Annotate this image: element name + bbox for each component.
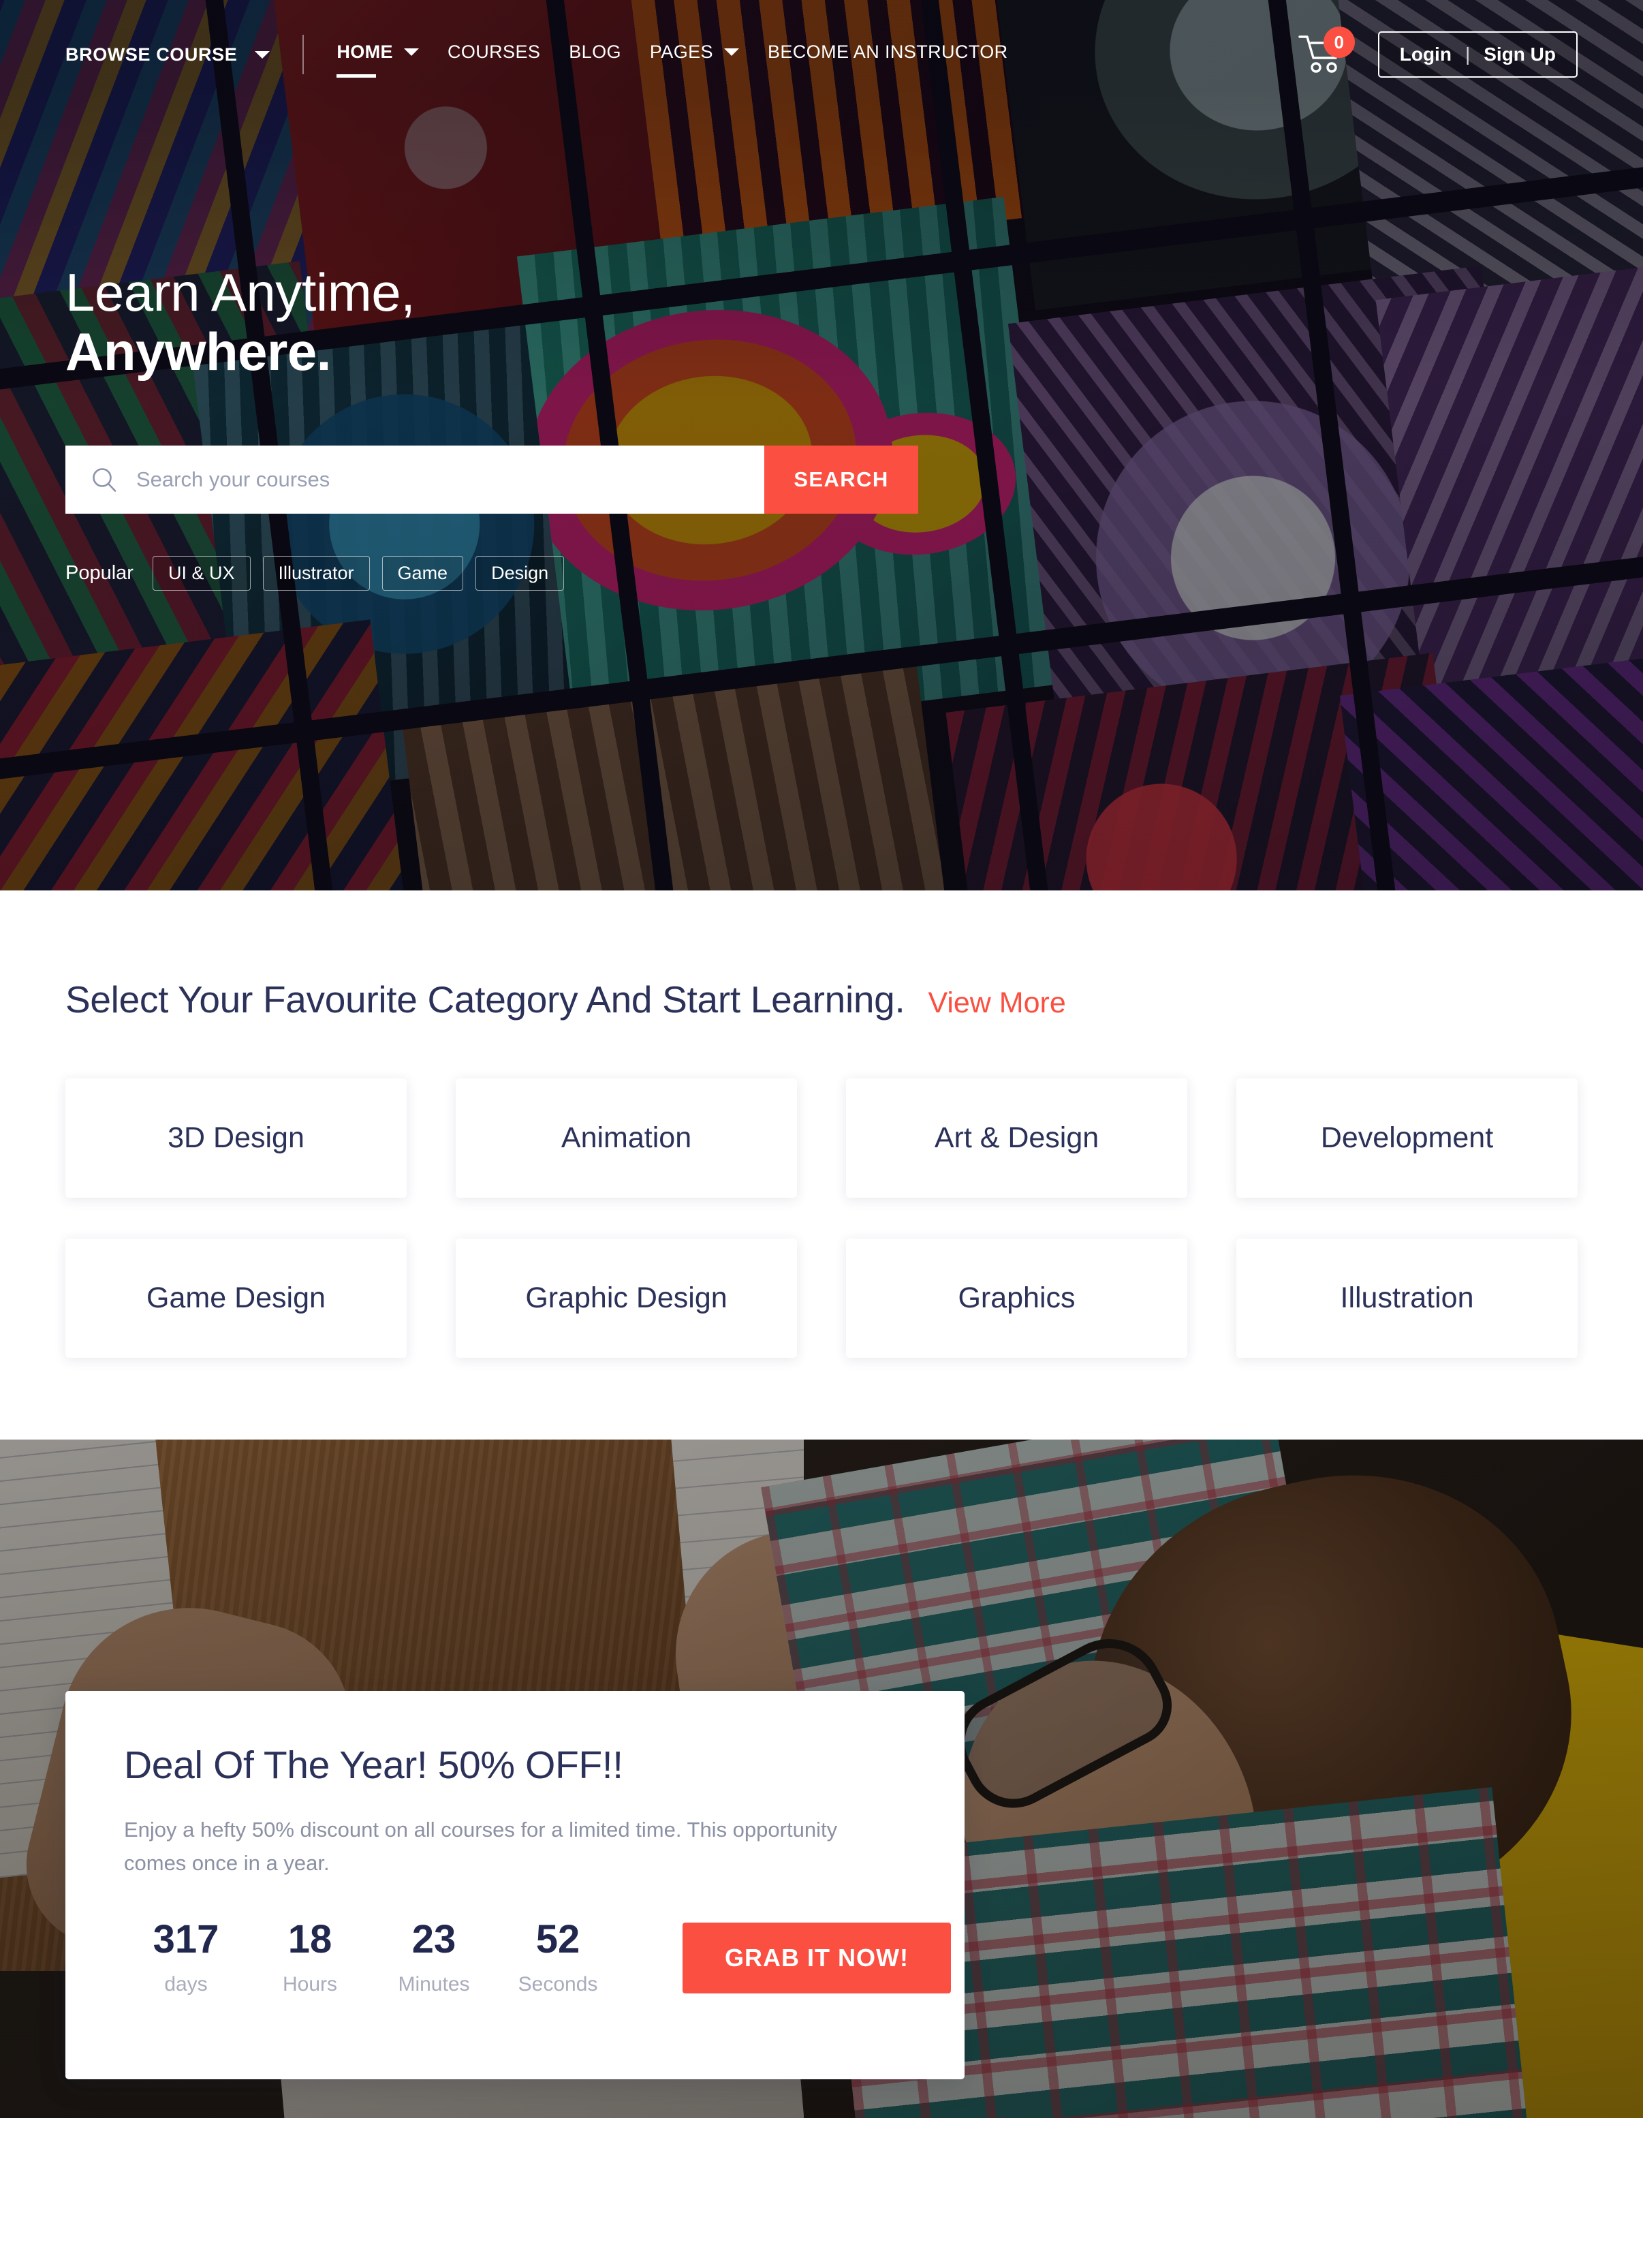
countdown-value: 317 — [153, 1916, 219, 1961]
category-label: Animation — [561, 1121, 692, 1154]
deal-description: Enjoy a hefty 50% discount on all course… — [124, 1818, 838, 1875]
category-label: Graphics — [958, 1281, 1076, 1314]
countdown-value: 23 — [411, 1916, 456, 1961]
search-button[interactable]: SEARCH — [764, 445, 918, 514]
hero-title-line2: Anywhere. — [65, 322, 331, 382]
navbar-divider — [302, 35, 304, 74]
countdown-timer: 317 days 18 Hours 23 Minutes 52 Seconds — [124, 1916, 620, 1996]
popular-tag-ui-ux[interactable]: UI & UX — [152, 555, 251, 591]
category-card-graphics[interactable]: Graphics — [846, 1239, 1187, 1358]
countdown-label: Seconds — [518, 1972, 598, 1995]
cart-button[interactable]: 0 — [1298, 27, 1355, 76]
category-card-graphic-design[interactable]: Graphic Design — [456, 1239, 797, 1358]
category-label: Art & Design — [934, 1121, 1099, 1154]
countdown-minutes: 23 Minutes — [372, 1916, 496, 1996]
main-navbar: BROWSE COURSE HOME COURSES BLOG PAGES BE… — [0, 0, 1643, 109]
deal-card: Deal Of The Year! 50% OFF!! Enjoy a heft… — [65, 1691, 965, 2079]
hero-section: BROWSE COURSE HOME COURSES BLOG PAGES BE… — [0, 0, 1643, 890]
category-card-game-design[interactable]: Game Design — [65, 1239, 407, 1358]
countdown-value: 18 — [287, 1916, 332, 1961]
countdown-label: Hours — [282, 1972, 338, 1995]
chevron-down-icon — [403, 48, 419, 56]
nav-item-blog[interactable]: BLOG — [569, 42, 621, 68]
categories-section: Select Your Favourite Category And Start… — [0, 890, 1643, 1440]
browse-course-label: BROWSE COURSE — [65, 44, 238, 65]
countdown-label: days — [164, 1972, 208, 1995]
categories-header: Select Your Favourite Category And Start… — [65, 978, 1578, 1021]
deal-title: Deal Of The Year! 50% OFF!! — [124, 1743, 623, 1787]
popular-tags-row: Popular UI & UX Illustrator Game Design — [65, 555, 918, 591]
nav-item-become-an-instructor[interactable]: BECOME AN INSTRUCTOR — [768, 42, 1008, 68]
countdown-value: 52 — [535, 1916, 580, 1961]
popular-tag-illustrator[interactable]: Illustrator — [262, 555, 370, 591]
auth-buttons: Login | Sign Up — [1377, 31, 1578, 78]
popular-tag-game[interactable]: Game — [381, 555, 464, 591]
countdown-days: 317 days — [124, 1916, 248, 1996]
primary-nav: HOME COURSES BLOG PAGES BECOME AN INSTRU… — [337, 41, 1008, 78]
category-card-art-design[interactable]: Art & Design — [846, 1078, 1187, 1198]
nav-label: COURSES — [447, 41, 541, 62]
popular-tag-design[interactable]: Design — [475, 555, 565, 591]
nav-item-home[interactable]: HOME — [337, 41, 419, 78]
nav-item-pages[interactable]: PAGES — [650, 42, 739, 68]
nav-label: BECOME AN INSTRUCTOR — [767, 41, 1008, 62]
hero-title: Learn Anytime, Anywhere. — [65, 262, 918, 382]
navbar-actions: 0 Login | Sign Up — [1298, 27, 1578, 78]
auth-separator: | — [1465, 44, 1471, 65]
deal-bottom-row: 317 days 18 Hours 23 Minutes 52 Seconds … — [124, 1916, 951, 1996]
category-card-3d-design[interactable]: 3D Design — [65, 1078, 407, 1198]
popular-label: Popular — [65, 561, 134, 584]
nav-label: PAGES — [649, 41, 713, 62]
category-label: Illustration — [1340, 1281, 1474, 1314]
nav-label: HOME — [337, 41, 393, 62]
category-card-animation[interactable]: Animation — [456, 1078, 797, 1198]
chevron-down-icon — [255, 50, 270, 59]
grab-it-now-button[interactable]: GRAB IT NOW! — [683, 1922, 951, 1993]
nav-label: BLOG — [569, 41, 621, 62]
hero-content: Learn Anytime, Anywhere. SEARCH Popular … — [65, 262, 918, 591]
hero-search-row: SEARCH — [65, 445, 918, 514]
hero-title-line1: Learn Anytime, — [65, 262, 416, 322]
countdown-hours: 18 Hours — [248, 1916, 372, 1996]
chevron-down-icon — [723, 48, 739, 56]
category-label: Graphic Design — [525, 1281, 727, 1314]
view-more-link[interactable]: View More — [928, 987, 1065, 1020]
countdown-label: Minutes — [398, 1972, 470, 1995]
search-icon — [93, 467, 116, 492]
login-button[interactable]: Login — [1400, 44, 1452, 65]
nav-item-courses[interactable]: COURSES — [448, 42, 540, 68]
browse-course-dropdown[interactable]: BROWSE COURSE — [65, 44, 270, 65]
category-label: Development — [1320, 1121, 1494, 1154]
category-card-illustration[interactable]: Illustration — [1236, 1239, 1578, 1358]
countdown-seconds: 52 Seconds — [496, 1916, 620, 1996]
deal-section: Deal Of The Year! 50% OFF!! Enjoy a heft… — [0, 1440, 1643, 2118]
category-label: Game Design — [146, 1281, 326, 1314]
category-card-development[interactable]: Development — [1236, 1078, 1578, 1198]
cart-count-badge: 0 — [1323, 27, 1355, 58]
category-label: 3D Design — [168, 1121, 304, 1154]
page-bottom-spacer — [0, 2118, 1643, 2268]
search-input[interactable] — [136, 467, 738, 492]
categories-title: Select Your Favourite Category And Start… — [65, 978, 905, 1021]
search-field-wrapper[interactable] — [65, 445, 764, 514]
signup-button[interactable]: Sign Up — [1484, 44, 1556, 65]
categories-grid: 3D Design Animation Art & Design Develop… — [65, 1078, 1578, 1358]
